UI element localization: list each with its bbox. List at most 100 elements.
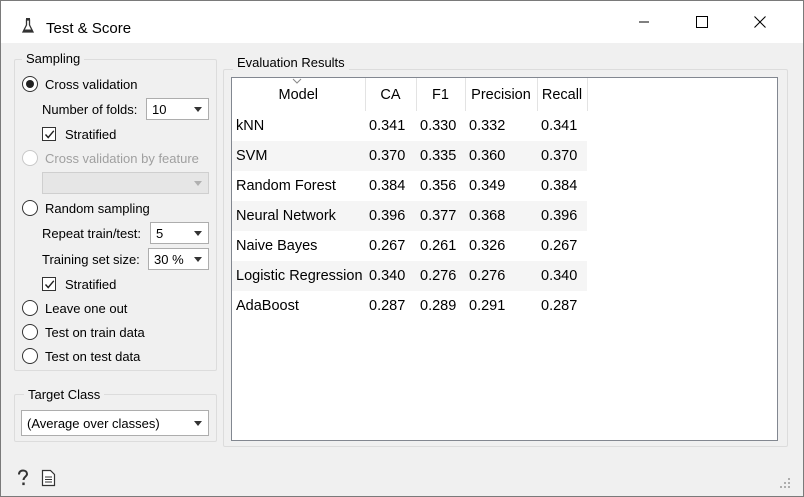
target-class-title: Target Class [24,387,105,402]
radio-disabled-icon [22,150,38,166]
column-header-label: Precision [471,86,531,103]
report-icon[interactable] [41,469,56,487]
sort-indicator-icon [292,78,302,84]
column-header-label: Recall [541,86,583,103]
model-cell: Random Forest [236,178,336,194]
precision-cell: 0.276 [465,261,537,291]
train-size-value: 30 % [154,251,184,267]
close-button[interactable] [731,1,789,43]
results-table: Model CA F1 Precision Recall kNN 0.341 0… [232,78,588,321]
stratified-checkbox-1[interactable]: Stratified [42,124,116,144]
f1-cell: 0.335 [416,141,465,171]
cv-by-feature-label: Cross validation by feature [45,150,199,166]
recall-cell: 0.384 [541,178,578,194]
table-row[interactable]: Random Forest 0.384 0.356 0.349 0.384 [232,171,587,201]
stratified-label-2: Stratified [65,276,117,292]
feature-select [42,172,209,194]
random-sampling-radio[interactable]: Random sampling [22,198,150,218]
f1-cell: 0.377 [416,201,465,231]
model-cell: Logistic Regression [232,261,365,291]
chevron-down-icon [194,107,202,112]
radio-unchecked-icon [22,324,38,340]
recall-cell: 0.340 [537,261,587,291]
precision-cell: 0.368 [465,201,537,231]
test-and-score-window: Test & Score Sampling Cross validation N… [0,0,804,497]
ca-cell: 0.370 [365,141,416,171]
table-row[interactable]: Naive Bayes 0.267 0.261 0.326 0.267 [232,231,587,261]
model-cell: kNN [236,118,265,134]
random-sampling-label: Random sampling [45,200,150,216]
f1-cell: 0.276 [416,261,465,291]
radio-unchecked-icon [22,200,38,216]
ca-cell: 0.341 [369,118,406,134]
ca-cell: 0.384 [369,178,406,194]
f1-cell: 0.330 [420,118,457,134]
minimize-button[interactable] [615,1,673,43]
f1-cell: 0.356 [420,178,457,194]
column-header-label: Model [278,86,319,103]
column-header-ca[interactable]: CA [365,78,417,111]
table-row[interactable]: kNN 0.341 0.330 0.332 0.341 [232,111,587,141]
recall-cell: 0.370 [537,141,587,171]
radio-checked-icon [22,76,38,92]
test-on-train-radio[interactable]: Test on train data [22,322,145,342]
resize-grip-icon[interactable] [779,477,791,489]
repeat-value: 5 [156,225,164,241]
chevron-down-icon [194,181,202,186]
stratified-checkbox-2[interactable]: Stratified [42,274,116,294]
close-icon [754,16,766,28]
chevron-down-icon [194,257,202,262]
ca-cell: 0.340 [365,261,416,291]
precision-cell: 0.360 [465,141,537,171]
cross-validation-radio[interactable]: Cross validation [22,74,138,94]
target-class-select[interactable]: (Average over classes) [21,410,209,436]
model-cell: SVM [232,141,365,171]
column-header-f1[interactable]: F1 [416,78,466,111]
f1-cell: 0.261 [420,238,457,254]
column-header-model[interactable]: Model [232,78,366,111]
test-on-test-label: Test on test data [45,348,141,364]
folds-value: 10 [152,101,167,117]
column-header-label: F1 [432,86,449,103]
precision-cell: 0.332 [469,118,506,134]
ca-cell: 0.396 [365,201,416,231]
folds-select[interactable]: 10 [146,98,209,120]
window-title: Test & Score [46,20,132,37]
leave-one-out-radio[interactable]: Leave one out [22,298,127,318]
leave-one-out-label: Leave one out [45,300,128,316]
checkbox-checked-icon [42,127,56,141]
radio-unchecked-icon [22,300,38,316]
target-class-value: (Average over classes) [27,415,160,431]
model-cell: AdaBoost [236,298,299,314]
repeat-select[interactable]: 5 [150,222,209,244]
table-header-row: Model CA F1 Precision Recall [232,78,588,111]
table-row[interactable]: AdaBoost 0.287 0.289 0.291 0.287 [232,291,587,321]
results-table-view[interactable]: Model CA F1 Precision Recall kNN 0.341 0… [231,77,778,441]
ca-cell: 0.287 [369,298,406,314]
recall-cell: 0.287 [541,298,578,314]
test-on-train-label: Test on train data [45,324,145,340]
column-header-precision[interactable]: Precision [465,78,538,111]
train-size-select[interactable]: 30 % [148,248,209,270]
chevron-down-icon [194,421,202,426]
precision-cell: 0.291 [469,298,506,314]
radio-unchecked-icon [22,348,38,364]
model-cell: Naive Bayes [236,238,318,254]
table-row[interactable]: Neural Network 0.396 0.377 0.368 0.396 [232,201,587,231]
repeat-label: Repeat train/test: [42,226,141,241]
table-row[interactable]: SVM 0.370 0.335 0.360 0.370 [232,141,587,171]
test-on-test-radio[interactable]: Test on test data [22,346,140,366]
maximize-icon [696,16,708,28]
stratified-label-1: Stratified [65,126,117,142]
checkbox-checked-icon [42,277,56,291]
train-size-label: Training set size: [42,252,140,267]
evaluation-results-title: Evaluation Results [233,55,349,70]
column-header-recall[interactable]: Recall [537,78,588,111]
help-icon[interactable] [15,469,31,487]
model-cell: Neural Network [232,201,365,231]
maximize-button[interactable] [673,1,731,43]
table-row[interactable]: Logistic Regression 0.340 0.276 0.276 0.… [232,261,587,291]
ca-cell: 0.267 [369,238,406,254]
recall-cell: 0.396 [537,201,587,231]
folds-label: Number of folds: [42,102,138,117]
